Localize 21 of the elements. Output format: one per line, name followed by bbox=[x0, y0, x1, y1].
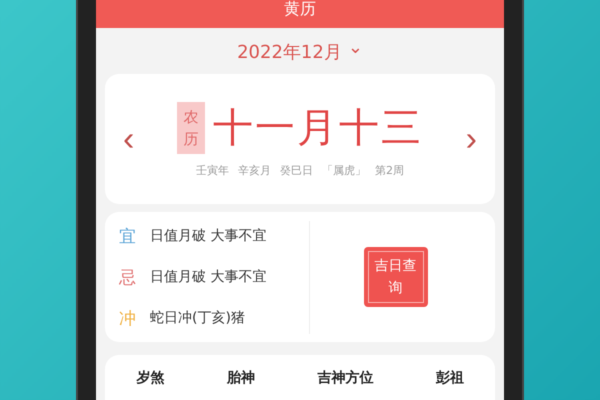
ganzhi-text: 壬寅年 bbox=[196, 163, 229, 178]
almanac-text: 日值月破 大事不宜 bbox=[150, 227, 266, 245]
info-tab[interactable]: 吉神方位 bbox=[317, 369, 374, 387]
almanac-key: 宜 bbox=[119, 224, 136, 248]
info-tab[interactable]: 胎神 bbox=[226, 369, 255, 387]
ganzhi-text: 第2周 bbox=[375, 163, 404, 178]
info-tab[interactable]: 岁煞 bbox=[136, 369, 164, 387]
almanac-text: 蛇日冲(丁亥)猪 bbox=[150, 309, 245, 327]
ganzhi-text: 癸巳日 bbox=[280, 163, 313, 178]
ganzhi-text: 辛亥月 bbox=[238, 163, 271, 178]
info-tab[interactable]: 彭祖 bbox=[436, 369, 464, 387]
previous-button[interactable]: ‹ bbox=[119, 122, 138, 156]
ganzhi-text: 「属虎」 bbox=[322, 163, 366, 178]
next-button[interactable]: › bbox=[462, 122, 481, 156]
almanac-key: 冲 bbox=[119, 306, 136, 330]
header-title: 黄历 bbox=[284, 0, 316, 18]
lunar-date: 十一月十三 bbox=[213, 104, 423, 153]
lunar-tag: 农历 bbox=[177, 102, 205, 154]
almanac-key: 忌 bbox=[119, 266, 136, 288]
almanac-text: 日值月破 大事不宜 bbox=[150, 268, 266, 286]
month-picker[interactable]: 2022年12月 ⌄ bbox=[233, 38, 367, 66]
